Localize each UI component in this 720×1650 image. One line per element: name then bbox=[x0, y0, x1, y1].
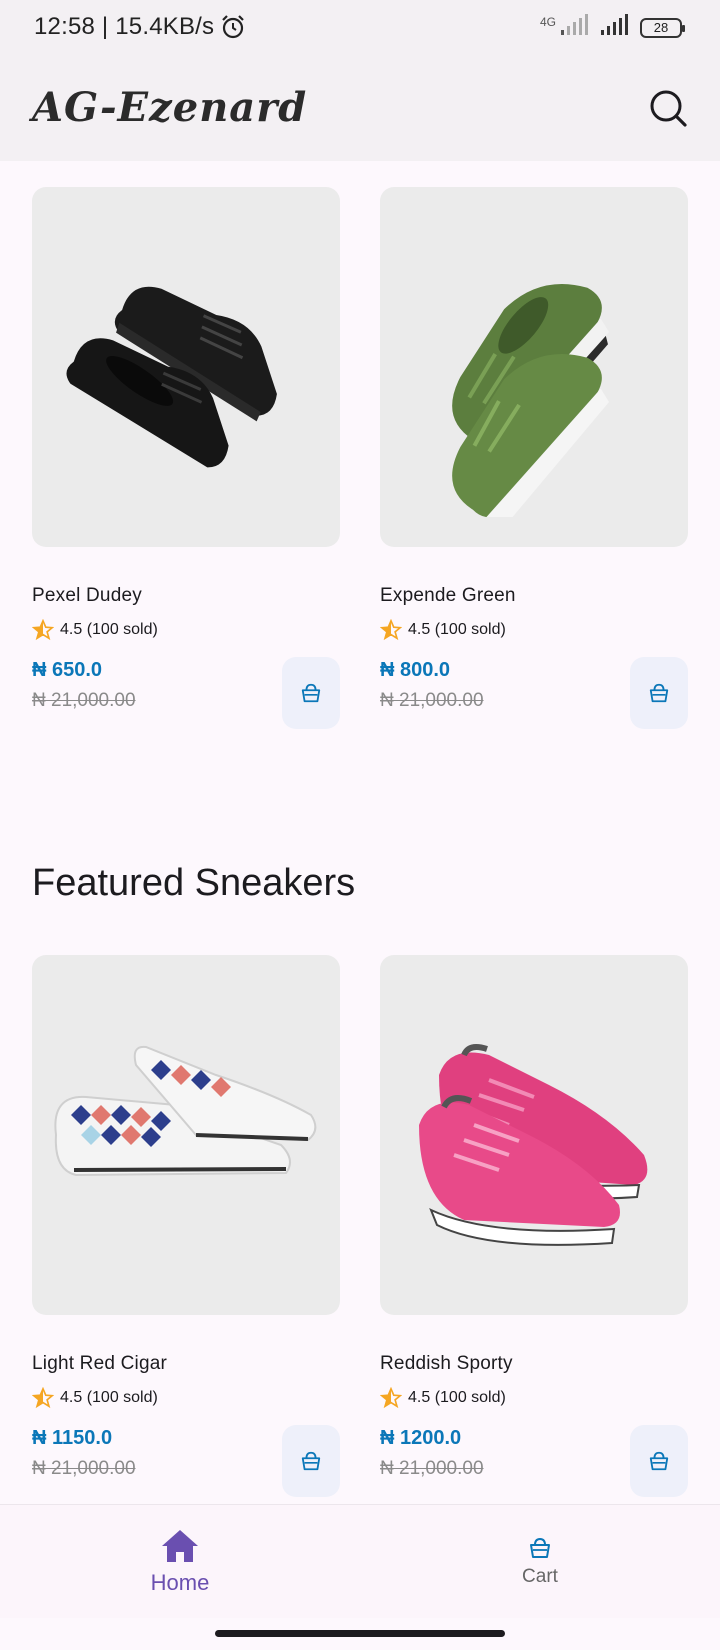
cart-icon bbox=[649, 683, 669, 703]
add-to-cart-button[interactable] bbox=[282, 657, 340, 729]
green-sneaker-image bbox=[452, 284, 610, 517]
product-image[interactable] bbox=[380, 187, 688, 547]
product-rating: 4.5 (100 sold) bbox=[32, 1387, 340, 1409]
status-icons: 4G 28 bbox=[539, 14, 685, 41]
price-block: ₦ 1200.0 ₦ 21,000.00 bbox=[380, 1425, 688, 1499]
cart-icon bbox=[530, 1537, 550, 1558]
signal-icon bbox=[600, 14, 630, 41]
product-card[interactable]: Reddish Sporty 4.5 (100 sold) ₦ 1200.0 ₦… bbox=[380, 955, 688, 1499]
bottom-nav: Home Cart bbox=[0, 1504, 720, 1618]
cart-icon bbox=[301, 683, 321, 703]
search-icon bbox=[650, 90, 687, 127]
app-bar: AG-Ezenard bbox=[0, 54, 720, 161]
star-half-icon bbox=[32, 619, 54, 641]
search-button[interactable] bbox=[640, 80, 696, 136]
status-bar: 12:58 | 15.4KB/s 4G 28 bbox=[0, 0, 720, 54]
rating-text: 4.5 (100 sold) bbox=[408, 621, 506, 638]
signal-icon bbox=[560, 14, 590, 41]
price-block: ₦ 1150.0 ₦ 21,000.00 bbox=[32, 1425, 340, 1499]
star-half-icon bbox=[380, 619, 402, 641]
product-rating: 4.5 (100 sold) bbox=[380, 1387, 688, 1409]
argyle-sneaker-image bbox=[54, 1045, 317, 1177]
section-title: Featured Sneakers bbox=[32, 862, 356, 904]
product-card[interactable]: Pexel Dudey 4.5 (100 sold) ₦ 650.0 ₦ 21,… bbox=[32, 187, 340, 731]
nav-cart-label: Cart bbox=[522, 1565, 558, 1587]
price-block: ₦ 800.0 ₦ 21,000.00 bbox=[380, 657, 688, 731]
product-image[interactable] bbox=[32, 955, 340, 1315]
cart-icon bbox=[649, 1451, 669, 1471]
product-image[interactable] bbox=[32, 187, 340, 547]
product-card[interactable]: Light Red Cigar 4.5 (100 sold) ₦ 1150.0 … bbox=[32, 955, 340, 1499]
nav-home-label: Home bbox=[150, 1569, 210, 1595]
star-half-icon bbox=[380, 1387, 402, 1409]
product-rating: 4.5 (100 sold) bbox=[32, 619, 340, 641]
app-screen: 12:58 | 15.4KB/s 4G 28 AG-Ezenard Pexel … bbox=[0, 0, 720, 1650]
rating-text: 4.5 (100 sold) bbox=[60, 1389, 158, 1406]
price-block: ₦ 650.0 ₦ 21,000.00 bbox=[32, 657, 340, 731]
battery-level: 28 bbox=[653, 20, 669, 35]
gesture-bar[interactable] bbox=[215, 1630, 505, 1637]
battery-icon: 28 bbox=[640, 17, 685, 38]
add-to-cart-button[interactable] bbox=[282, 1425, 340, 1497]
rating-text: 4.5 (100 sold) bbox=[408, 1389, 506, 1406]
product-name[interactable]: Expende Green bbox=[380, 585, 688, 607]
product-rating: 4.5 (100 sold) bbox=[380, 619, 688, 641]
nav-item-cart[interactable]: Cart bbox=[360, 1505, 720, 1618]
network-label: 4G bbox=[539, 14, 556, 29]
star-half-icon bbox=[32, 1387, 54, 1409]
product-name[interactable]: Pexel Dudey bbox=[32, 585, 340, 607]
status-time: 12:58 | 15.4KB/s bbox=[34, 13, 215, 40]
product-name[interactable]: Light Red Cigar bbox=[32, 1353, 340, 1375]
alarm-icon bbox=[220, 14, 246, 40]
pink-sneaker-image bbox=[419, 1044, 648, 1246]
add-to-cart-button[interactable] bbox=[630, 657, 688, 729]
product-image[interactable] bbox=[380, 955, 688, 1315]
app-logo: AG-Ezenard bbox=[32, 84, 308, 131]
product-name[interactable]: Reddish Sporty bbox=[380, 1353, 688, 1375]
home-icon bbox=[162, 1529, 198, 1562]
product-card[interactable]: Expende Green 4.5 (100 sold) ₦ 800.0 ₦ 2… bbox=[380, 187, 688, 731]
nav-item-home[interactable]: Home bbox=[0, 1505, 360, 1618]
add-to-cart-button[interactable] bbox=[630, 1425, 688, 1497]
black-sneaker-image bbox=[66, 286, 277, 468]
rating-text: 4.5 (100 sold) bbox=[60, 621, 158, 638]
cart-icon bbox=[301, 1451, 321, 1471]
